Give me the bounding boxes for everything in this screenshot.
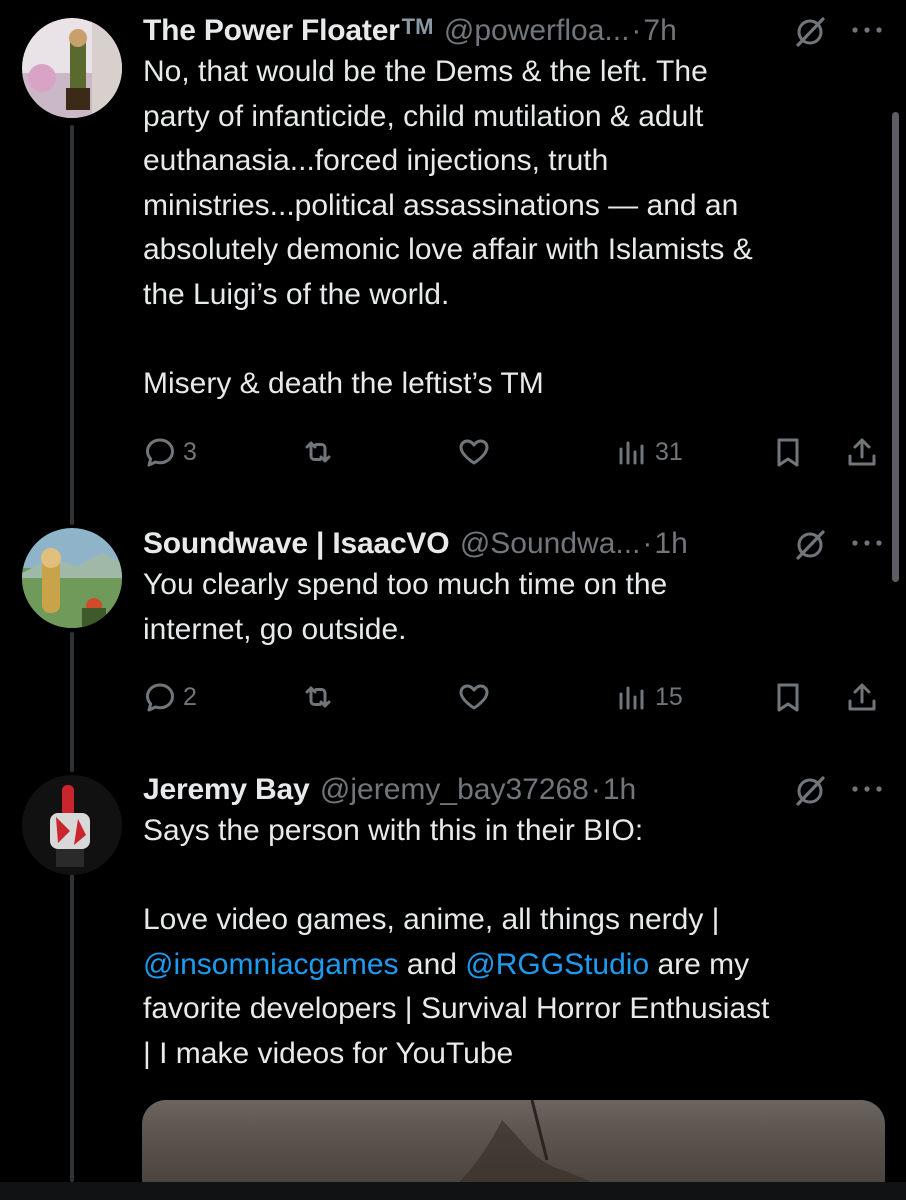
tweet-text-line: Misery & death the leftist’s TM bbox=[143, 366, 544, 400]
tweet-power-floater[interactable]: The Power FloaterTM @powerfloa...·7h No,… bbox=[143, 14, 886, 406]
tweet-text-line: Love video games, anime, all things nerd… bbox=[143, 903, 720, 936]
tweet-text-line: You clearly spend too much time on the bbox=[143, 568, 668, 601]
like-icon bbox=[459, 684, 489, 710]
views-button[interactable]: 15 bbox=[615, 677, 683, 717]
bookmark-icon bbox=[777, 438, 799, 467]
retweet-button[interactable] bbox=[301, 432, 335, 472]
timestamp[interactable]: 1h bbox=[603, 773, 636, 806]
reply-count: 3 bbox=[183, 437, 197, 466]
tweet-text-line: favorite developers | Survival Horror En… bbox=[143, 992, 770, 1025]
display-name[interactable]: Soundwave | IsaacVO bbox=[143, 527, 450, 560]
inline-text: and bbox=[398, 947, 466, 981]
views-count: 31 bbox=[655, 437, 683, 466]
reply-thread: The Power FloaterTM @powerfloa...·7h No,… bbox=[0, 0, 906, 1200]
inline-text: are my bbox=[649, 947, 750, 981]
tweet-text-line: ministries...political assassinations — … bbox=[143, 188, 739, 222]
thread-line bbox=[70, 632, 74, 772]
bookmark-button[interactable] bbox=[771, 677, 805, 717]
thread-line bbox=[70, 872, 74, 1182]
reply-button[interactable]: 3 bbox=[143, 432, 197, 472]
avatar-image bbox=[22, 18, 122, 118]
retweet-icon bbox=[305, 441, 331, 463]
avatar-soundwave[interactable] bbox=[22, 528, 122, 628]
reply-icon bbox=[146, 438, 174, 467]
tweet-header: The Power FloaterTM @powerfloa...·7h bbox=[143, 14, 886, 48]
timestamp[interactable]: 7h bbox=[643, 14, 676, 47]
mention-link[interactable]: @insomniacgames bbox=[143, 948, 399, 981]
like-icon bbox=[459, 439, 489, 465]
tweet-soundwave[interactable]: Soundwave | IsaacVO @Soundwa...·1h You c… bbox=[143, 527, 886, 652]
tweet-text: You clearly spend too much time on the i… bbox=[143, 563, 886, 652]
tweet-text-line: the Luigi’s of the world. bbox=[143, 277, 450, 311]
separator-dot: · bbox=[590, 773, 601, 806]
views-count: 15 bbox=[655, 682, 683, 711]
thread-line bbox=[70, 125, 74, 525]
display-name[interactable]: Jeremy Bay bbox=[143, 773, 310, 806]
views-icon bbox=[619, 686, 644, 710]
views-icon bbox=[619, 441, 644, 465]
tweet-text-line: internet, go outside. bbox=[143, 612, 407, 646]
bookmark-icon bbox=[777, 683, 799, 712]
tweet-text: Says the person with this in their BIO: … bbox=[143, 809, 886, 1076]
grok-icon[interactable] bbox=[792, 527, 828, 563]
tweet-jeremy-bay[interactable]: Jeremy Bay @jeremy_bay37268·1h Says the … bbox=[143, 773, 886, 1076]
like-button[interactable] bbox=[457, 432, 491, 472]
share-icon bbox=[848, 438, 876, 466]
tweet-header: Jeremy Bay @jeremy_bay37268·1h bbox=[143, 773, 886, 807]
tweet-text-line: | I make videos for YouTube bbox=[143, 1036, 514, 1070]
like-button[interactable] bbox=[457, 677, 491, 717]
tweet-text-line: euthanasia...forced injections, truth bbox=[143, 144, 609, 177]
action-bar: 3 31 bbox=[143, 432, 886, 472]
tweet-text: No, that would be the Dems & the left. T… bbox=[143, 50, 886, 406]
name-badge: TM bbox=[401, 14, 434, 39]
share-button[interactable] bbox=[845, 432, 879, 472]
reply-icon bbox=[146, 683, 174, 712]
retweet-button[interactable] bbox=[301, 677, 335, 717]
avatar-image bbox=[22, 528, 122, 628]
bottom-edge bbox=[0, 1182, 906, 1200]
scrollbar[interactable] bbox=[892, 112, 899, 582]
grok-icon[interactable] bbox=[792, 14, 828, 50]
more-icon[interactable] bbox=[850, 781, 884, 797]
handle[interactable]: @powerfloa... bbox=[444, 14, 630, 47]
handle[interactable]: @Soundwa... bbox=[460, 527, 641, 560]
share-button[interactable] bbox=[845, 677, 879, 717]
timestamp[interactable]: 1h bbox=[654, 527, 687, 560]
grok-icon[interactable] bbox=[792, 773, 828, 809]
more-icon[interactable] bbox=[850, 22, 884, 38]
tweet-text-line: @insomniacgames and @RGGStudio are my bbox=[143, 943, 886, 988]
mention-link[interactable]: @RGGStudio bbox=[465, 948, 649, 981]
avatar-jeremy-bay[interactable] bbox=[22, 775, 122, 875]
retweet-icon bbox=[305, 686, 331, 708]
separator-dot: · bbox=[631, 14, 642, 47]
tweet-text-line: party of infanticide, child mutilation &… bbox=[143, 99, 704, 133]
reply-count: 2 bbox=[183, 682, 197, 711]
reply-button[interactable]: 2 bbox=[143, 677, 197, 717]
avatar-power-floater[interactable] bbox=[22, 18, 122, 118]
tweet-text-line: Says the person with this in their BIO: bbox=[143, 814, 644, 847]
share-icon bbox=[848, 683, 876, 711]
avatar-image bbox=[22, 775, 122, 875]
tweet-text-line: No, that would be the Dems & the left. T… bbox=[143, 55, 708, 88]
bookmark-button[interactable] bbox=[771, 432, 805, 472]
action-bar: 2 15 bbox=[143, 677, 886, 717]
separator-dot: · bbox=[642, 527, 653, 560]
display-name[interactable]: The Power Floater bbox=[143, 14, 400, 47]
tweet-text-line: absolutely demonic love affair with Isla… bbox=[143, 233, 753, 266]
tweet-header: Soundwave | IsaacVO @Soundwa...·1h bbox=[143, 527, 886, 561]
more-icon[interactable] bbox=[850, 535, 884, 551]
handle[interactable]: @jeremy_bay37268 bbox=[320, 773, 589, 806]
views-button[interactable]: 31 bbox=[615, 432, 683, 472]
